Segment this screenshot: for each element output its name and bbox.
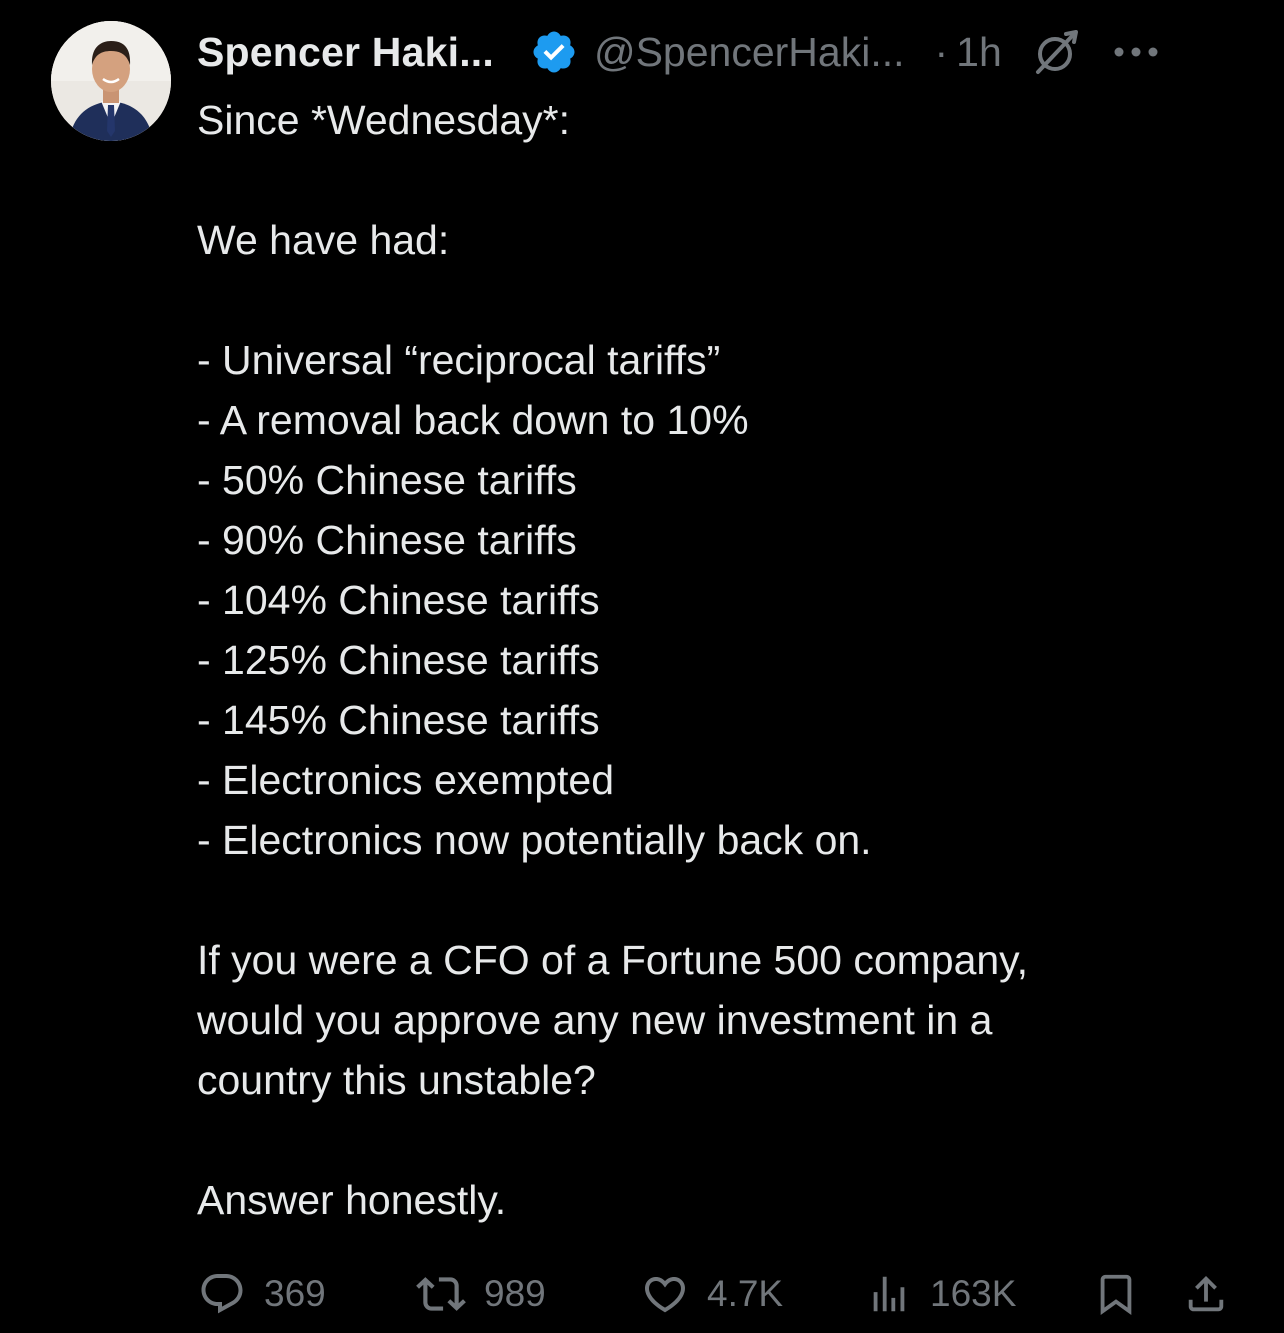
tweet-line: - 104% Chinese tariffs (197, 577, 600, 623)
more-options-icon[interactable] (1112, 42, 1160, 62)
views-button[interactable]: 163K (866, 1268, 1016, 1320)
tweet-line (197, 150, 1237, 210)
retweet-icon (416, 1277, 466, 1311)
tweet-line: - A removal back down to 10% (197, 397, 749, 443)
reply-icon (201, 1274, 243, 1314)
tweet-line: - Electronics exempted (197, 757, 615, 803)
heart-icon (644, 1277, 686, 1313)
tweet-line: - Electronics now potentially back on. (197, 817, 872, 863)
tweet-line: - Universal “reciprocal tariffs” (197, 337, 721, 383)
author-avatar[interactable] (51, 21, 171, 141)
like-button[interactable]: 4.7K (641, 1268, 783, 1320)
views-icon (873, 1276, 905, 1312)
reply-button[interactable]: 369 (198, 1268, 326, 1320)
author-display-name[interactable]: Spencer Haki... (197, 29, 494, 76)
tweet-line: Answer honestly. (197, 1177, 507, 1223)
tweet-header: Spencer Haki... @SpencerHaki... · 1h (197, 22, 1257, 82)
tweet-line: - 125% Chinese tariffs (197, 637, 600, 683)
tweet-line (197, 870, 1237, 930)
retweet-button[interactable]: 989 (416, 1268, 546, 1320)
tweet-line: - 50% Chinese tariffs (197, 457, 577, 503)
share-button[interactable] (1183, 1268, 1229, 1320)
tweet-line: We have had: (197, 217, 450, 263)
bookmark-button[interactable] (1093, 1268, 1139, 1320)
share-icon (1188, 1275, 1224, 1312)
tweet-line: - 90% Chinese tariffs (197, 517, 577, 563)
avatar-photo (51, 21, 171, 141)
verified-badge-icon[interactable] (530, 28, 578, 76)
views-count: 163K (930, 1273, 1017, 1314)
tweet-line: country this unstable? (197, 1057, 596, 1103)
tweet-line (197, 270, 1237, 330)
tweet-action-bar: 369 989 4.7K 163K (0, 1268, 1284, 1320)
tweet-line: - 145% Chinese tariffs (197, 697, 600, 743)
tweet-body: Since *Wednesday*: We have had: - Univer… (197, 90, 1237, 1230)
header-separator: · (934, 28, 949, 75)
bookmark-icon (1100, 1274, 1132, 1315)
tweet-line: If you were a CFO of a Fortune 500 compa… (197, 937, 1029, 983)
tweet-line (197, 1110, 1237, 1170)
grok-icon[interactable] (1030, 26, 1082, 78)
tweet-line: Since *Wednesday*: (197, 97, 571, 143)
author-handle[interactable]: @SpencerHaki... (594, 29, 905, 76)
retweet-count: 989 (484, 1273, 546, 1314)
like-count: 4.7K (707, 1273, 784, 1314)
tweet-line: would you approve any new investment in … (197, 997, 993, 1043)
post-timestamp[interactable]: 1h (956, 29, 1002, 76)
reply-count: 369 (264, 1273, 326, 1314)
